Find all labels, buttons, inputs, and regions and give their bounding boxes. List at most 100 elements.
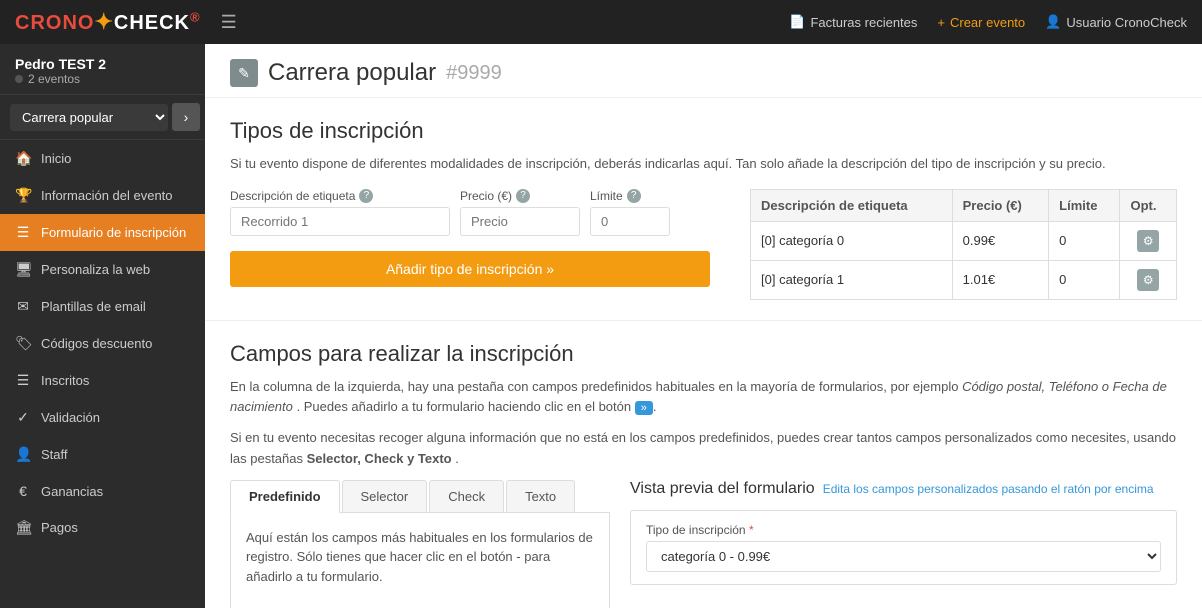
hamburger-icon[interactable]: ☰ [221, 12, 237, 33]
recent-invoices-link[interactable]: 📄 Facturas recientes [789, 14, 917, 30]
sidebar-item-staff[interactable]: 👤 Staff [0, 436, 205, 473]
th-limit: Límite [1049, 189, 1120, 221]
table-row: [0] categoría 0 0.99€ 0 ⚙ [751, 221, 1177, 260]
fields-desc2: Si en tu evento necesitas recoger alguna… [230, 428, 1177, 470]
sidebar-item-pagos[interactable]: 🏛 Pagos [0, 509, 205, 546]
price-label: Precio (€) ? [460, 189, 580, 203]
edit-icon: ✎ [238, 65, 250, 82]
bank-icon: 🏛 [15, 519, 31, 536]
inscription-types-title: Tipos de inscripción [230, 118, 1177, 144]
page-header: ✎ Carrera popular #9999 [205, 44, 1202, 98]
required-star: * [749, 523, 754, 537]
check-icon: ✓ [15, 409, 31, 426]
preview-field-label: Tipo de inscripción * [646, 523, 1161, 537]
fields-right-col: Vista previa del formulario Edita los ca… [630, 480, 1177, 608]
preview-field-inscripcion: Tipo de inscripción * categoría 0 - 0.99… [646, 523, 1161, 572]
desc-field-group: Descripción de etiqueta ? [230, 189, 450, 236]
preview-type-select[interactable]: categoría 0 - 0.99€ categoría 1 - 1.01€ [646, 541, 1161, 572]
fields-title: Campos para realizar la inscripción [230, 341, 1177, 367]
th-price: Precio (€) [952, 189, 1049, 221]
row0-desc: [0] categoría 0 [751, 221, 953, 260]
inscription-types-desc: Si tu evento dispone de diferentes modal… [230, 154, 1177, 174]
inscription-table: Descripción de etiqueta Precio (€) Límit… [750, 189, 1177, 300]
limit-help-badge[interactable]: ? [627, 189, 641, 203]
list-icon: ☰ [15, 224, 31, 241]
inscription-types-section: Tipos de inscripción Si tu evento dispon… [205, 98, 1202, 321]
tag-icon: 🏷 [15, 335, 31, 352]
inscription-combined: Descripción de etiqueta ? Precio (€) ? [230, 189, 1177, 300]
logo-text: CRONO✦CHECK® [15, 9, 201, 35]
sidebar-item-plantillas[interactable]: ✉ Plantillas de email [0, 288, 205, 325]
add-inscription-type-button[interactable]: Añadir tipo de inscripción » [230, 251, 710, 287]
brand-logo: CRONO✦CHECK® [15, 9, 201, 35]
sidebar: Pedro TEST 2 2 eventos Carrera popular ›… [0, 44, 205, 608]
sidebar-nav: 🏠 Inicio 🏆 Información del evento ☰ Form… [0, 140, 205, 608]
sidebar-username: Pedro TEST 2 [15, 56, 190, 72]
inscription-table-wrap: Descripción de etiqueta Precio (€) Límit… [750, 189, 1177, 300]
tabs-row: Predefinido Selector Check Texto [230, 480, 610, 513]
preview-title: Vista previa del formulario [630, 480, 815, 498]
limit-field-group: Límite ? [590, 189, 670, 236]
fields-content-row: Predefinido Selector Check Texto Aquí es… [230, 480, 1177, 608]
navbar: CRONO✦CHECK® ☰ 📄 Facturas recientes + Cr… [0, 0, 1202, 44]
price-input[interactable] [460, 207, 580, 236]
desc-help-badge[interactable]: ? [359, 189, 373, 203]
inscription-form-col: Descripción de etiqueta ? Precio (€) ? [230, 189, 710, 287]
row0-price: 0.99€ [952, 221, 1049, 260]
main-layout: Pedro TEST 2 2 eventos Carrera popular ›… [0, 44, 1202, 608]
row0-gear-button[interactable]: ⚙ [1137, 230, 1159, 252]
fields-desc1: En la columna de la izquierda, hay una p… [230, 377, 1177, 419]
sidebar-item-informacion[interactable]: 🏆 Información del evento [0, 177, 205, 214]
main-content: ✎ Carrera popular #9999 Tipos de inscrip… [205, 44, 1202, 608]
th-opt: Opt. [1120, 189, 1177, 221]
row1-desc: [0] categoría 1 [751, 260, 953, 299]
row1-gear-button[interactable]: ⚙ [1137, 269, 1159, 291]
limit-input[interactable] [590, 207, 670, 236]
create-event-link[interactable]: + Crear evento [937, 15, 1025, 30]
euro-icon: € [15, 483, 31, 499]
price-help-badge[interactable]: ? [516, 189, 530, 203]
table-header-row: Descripción de etiqueta Precio (€) Límit… [751, 189, 1177, 221]
arrow-inline-icon: » [635, 401, 653, 415]
sidebar-item-formulario[interactable]: ☰ Formulario de inscripción [0, 214, 205, 251]
sidebar-item-personaliza[interactable]: 🖥 Personaliza la web [0, 251, 205, 288]
fields-left-col: Predefinido Selector Check Texto Aquí es… [230, 480, 610, 608]
monitor-icon: 🖥 [15, 261, 31, 278]
sidebar-events-count: 2 eventos [15, 72, 190, 86]
row1-limit: 0 [1049, 260, 1120, 299]
sidebar-item-codigos[interactable]: 🏷 Códigos descuento [0, 325, 205, 362]
event-id: #9999 [446, 62, 502, 85]
staff-icon: 👤 [15, 446, 31, 463]
tab-texto[interactable]: Texto [506, 480, 575, 512]
sidebar-item-validacion[interactable]: ✓ Validación [0, 399, 205, 436]
sidebar-user: Pedro TEST 2 2 eventos [0, 44, 205, 95]
row0-opt: ⚙ [1120, 221, 1177, 260]
tab-content-text: Aquí están los campos más habituales en … [246, 528, 594, 587]
sidebar-item-inscritos[interactable]: ☰ Inscritos [0, 362, 205, 399]
desc-input[interactable] [230, 207, 450, 236]
event-select[interactable]: Carrera popular [10, 104, 168, 131]
email-icon: ✉ [15, 298, 31, 315]
desc-label: Descripción de etiqueta ? [230, 189, 450, 203]
fields-section: Campos para realizar la inscripción En l… [205, 321, 1202, 608]
tab-predefinido[interactable]: Predefinido [230, 480, 340, 513]
inscription-form-row: Descripción de etiqueta ? Precio (€) ? [230, 189, 710, 236]
tab-check[interactable]: Check [429, 480, 504, 512]
sidebar-item-inicio[interactable]: 🏠 Inicio [0, 140, 205, 177]
status-dot-icon [15, 75, 23, 83]
invoice-icon: 📄 [789, 14, 805, 30]
tab-selector[interactable]: Selector [342, 480, 428, 512]
trophy-icon: 🏆 [15, 187, 31, 204]
user-menu[interactable]: 👤 Usuario CronoCheck [1045, 14, 1187, 30]
preview-subtitle: Edita los campos personalizados pasando … [823, 482, 1154, 496]
plus-icon: + [937, 15, 945, 30]
price-field-group: Precio (€) ? [460, 189, 580, 236]
user-icon: 👤 [1045, 14, 1061, 30]
sidebar-item-ganancias[interactable]: € Ganancias [0, 473, 205, 509]
page-title: Carrera popular [268, 59, 436, 87]
page-header-icon: ✎ [230, 59, 258, 87]
event-arrow-button[interactable]: › [172, 103, 200, 131]
form-preview: Tipo de inscripción * categoría 0 - 0.99… [630, 510, 1177, 585]
table-row: [0] categoría 1 1.01€ 0 ⚙ [751, 260, 1177, 299]
row1-opt: ⚙ [1120, 260, 1177, 299]
